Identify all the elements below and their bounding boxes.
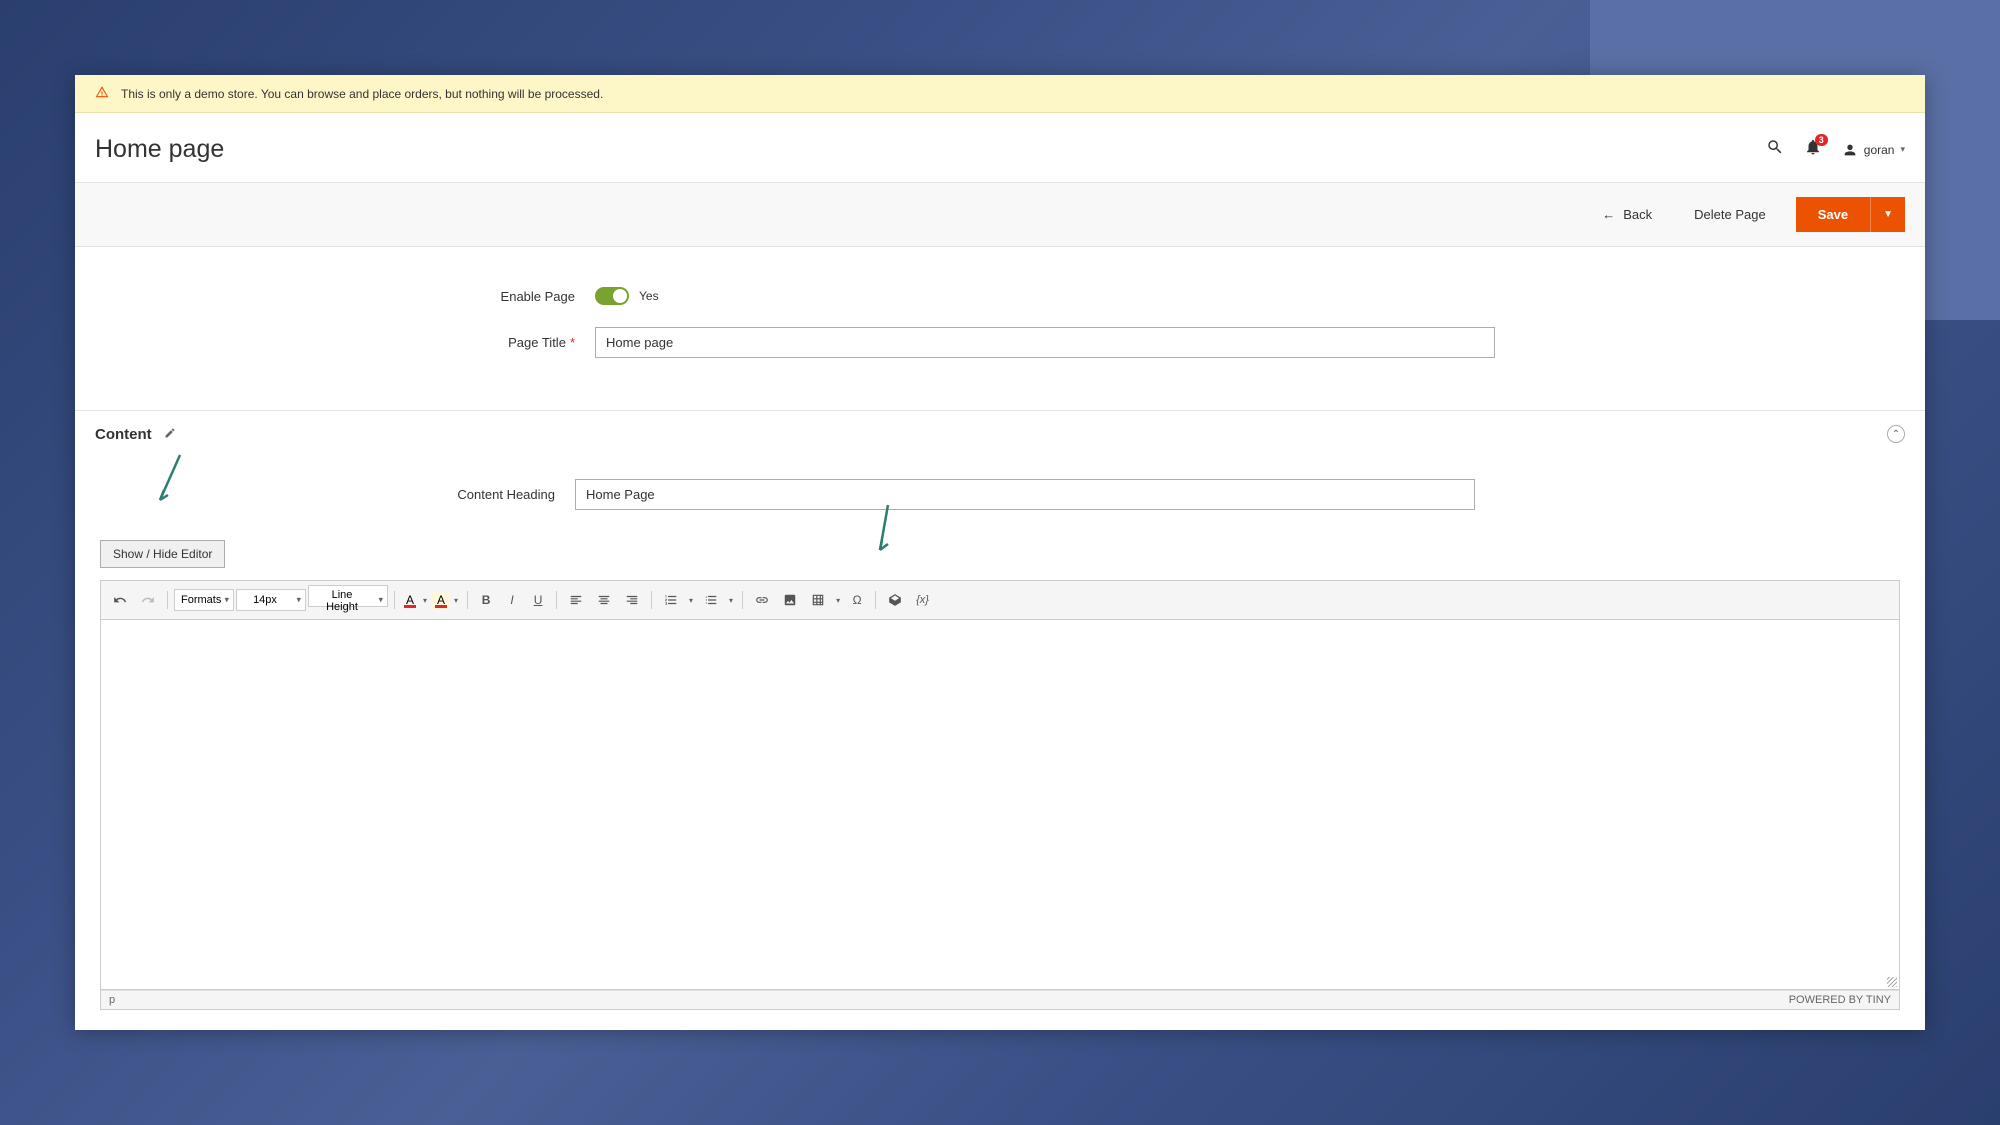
content-section-title: Content xyxy=(95,426,176,443)
italic-button[interactable]: I xyxy=(500,588,524,612)
chevron-down-icon[interactable]: ▾ xyxy=(726,596,736,605)
undo-button[interactable] xyxy=(107,588,133,612)
content-body: Content Heading Show / Hide Editor Forma… xyxy=(75,449,1925,1030)
text-color-button[interactable]: A ▾ xyxy=(401,591,430,609)
chevron-down-icon: ▾ xyxy=(1900,144,1905,155)
show-hide-editor-button[interactable]: Show / Hide Editor xyxy=(100,540,225,568)
lineheight-select[interactable]: Line Height xyxy=(308,585,388,607)
admin-window: This is only a demo store. You can brows… xyxy=(75,75,1925,1030)
back-button[interactable]: ← Back xyxy=(1590,199,1664,230)
bg-color-button[interactable]: A ▾ xyxy=(432,591,461,609)
toolbar-separator xyxy=(167,591,168,609)
edit-icon xyxy=(164,426,176,443)
chevron-down-icon[interactable]: ▾ xyxy=(686,596,696,605)
demo-notice: This is only a demo store. You can brows… xyxy=(75,75,1925,113)
save-button-group: Save ▼ xyxy=(1796,197,1905,232)
search-icon[interactable] xyxy=(1766,138,1784,161)
fontsize-select[interactable]: 14px xyxy=(236,589,306,611)
toolbar-separator xyxy=(875,591,876,609)
align-left-button[interactable] xyxy=(563,588,589,612)
bold-button[interactable]: B xyxy=(474,588,498,612)
editor-path: p xyxy=(109,994,115,1006)
user-menu[interactable]: goran ▾ xyxy=(1842,142,1905,158)
widget-button[interactable] xyxy=(882,588,908,612)
chevron-down-icon[interactable]: ▾ xyxy=(420,596,430,605)
required-star: * xyxy=(570,335,575,350)
unordered-list-button[interactable] xyxy=(698,588,724,612)
image-button[interactable] xyxy=(777,588,803,612)
content-heading-label: Content Heading xyxy=(95,487,575,502)
chevron-down-icon[interactable]: ▾ xyxy=(833,596,843,605)
save-button[interactable]: Save xyxy=(1796,197,1870,232)
toolbar-separator xyxy=(394,591,395,609)
toolbar-separator xyxy=(742,591,743,609)
redo-button[interactable] xyxy=(135,588,161,612)
back-label: Back xyxy=(1623,207,1652,222)
special-char-button[interactable]: Ω xyxy=(845,588,869,612)
page-title-row: Page Title* xyxy=(95,327,1905,358)
page-title-label: Page Title* xyxy=(95,335,595,350)
powered-by: POWERED BY TINY xyxy=(1789,994,1891,1006)
underline-button[interactable]: U xyxy=(526,588,550,612)
content-section-header[interactable]: Content ⌃ xyxy=(75,410,1925,449)
toolbar-separator xyxy=(556,591,557,609)
delete-page-button[interactable]: Delete Page xyxy=(1682,199,1778,230)
arrow-left-icon: ← xyxy=(1602,207,1615,222)
collapse-icon[interactable]: ⌃ xyxy=(1887,425,1905,443)
variable-button[interactable]: {x} xyxy=(910,588,935,612)
resize-handle[interactable] xyxy=(1887,977,1897,987)
table-button[interactable] xyxy=(805,588,831,612)
enable-page-toggle[interactable] xyxy=(595,287,629,305)
notifications-button[interactable]: 3 xyxy=(1804,138,1822,161)
content-heading-row: Content Heading xyxy=(95,479,1905,510)
notification-badge: 3 xyxy=(1815,134,1828,146)
link-button[interactable] xyxy=(749,588,775,612)
page-title-input[interactable] xyxy=(595,327,1495,358)
toolbar-separator xyxy=(651,591,652,609)
enable-page-row: Enable Page Yes xyxy=(95,287,1905,305)
page-header: Home page 3 goran ▾ xyxy=(75,113,1925,182)
username: goran xyxy=(1864,143,1895,157)
enable-page-value: Yes xyxy=(639,289,659,303)
notice-text: This is only a demo store. You can brows… xyxy=(121,87,603,101)
align-right-button[interactable] xyxy=(619,588,645,612)
toolbar-separator xyxy=(467,591,468,609)
page-title: Home page xyxy=(95,135,224,164)
form-area: Enable Page Yes Page Title* xyxy=(75,247,1925,410)
save-dropdown-button[interactable]: ▼ xyxy=(1870,197,1905,232)
align-center-button[interactable] xyxy=(591,588,617,612)
content-heading-input[interactable] xyxy=(575,479,1475,510)
editor-footer: p POWERED BY TINY xyxy=(100,990,1900,1010)
enable-page-label: Enable Page xyxy=(95,289,595,304)
editor-toolbar: Formats 14px Line Height A ▾ A ▾ B I U xyxy=(100,580,1900,620)
ordered-list-button[interactable] xyxy=(658,588,684,612)
chevron-down-icon[interactable]: ▾ xyxy=(451,596,461,605)
warning-icon xyxy=(95,85,109,102)
editor-body[interactable] xyxy=(100,620,1900,990)
formats-select[interactable]: Formats xyxy=(174,589,234,611)
action-bar: ← Back Delete Page Save ▼ xyxy=(75,182,1925,247)
header-icons: 3 goran ▾ xyxy=(1766,138,1905,161)
